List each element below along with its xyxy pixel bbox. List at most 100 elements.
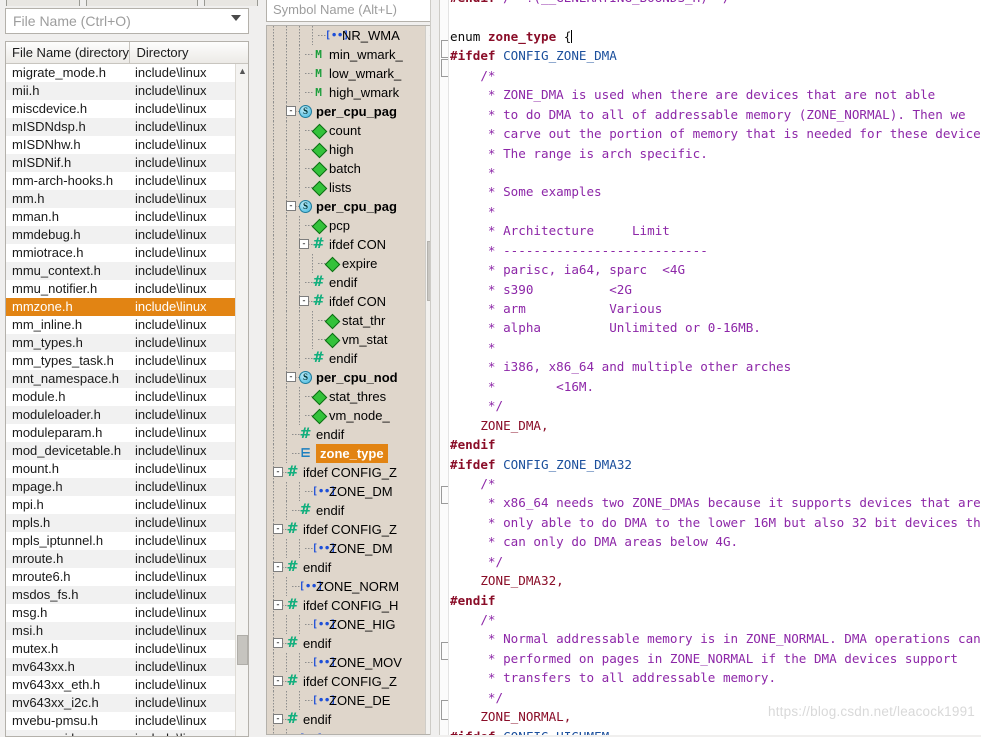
symbol-tree-node[interactable]: - Sper_cpu_pag bbox=[267, 197, 439, 216]
symbol-tree-node[interactable]: high bbox=[267, 140, 439, 159]
symbol-tree-node[interactable]: - # ifdef CON bbox=[267, 235, 439, 254]
table-row[interactable]: mpage.h include\linux bbox=[6, 478, 248, 496]
symbol-tree-node[interactable]: stat_thres bbox=[267, 387, 439, 406]
symbol-tree-node[interactable]: batch bbox=[267, 159, 439, 178]
table-row[interactable]: mmu_context.h include\linux bbox=[6, 262, 248, 280]
table-row[interactable]: mmu_notifier.h include\linux bbox=[6, 280, 248, 298]
symbol-tree-node[interactable]: expire bbox=[267, 254, 439, 273]
table-row[interactable]: mpls.h include\linux bbox=[6, 514, 248, 532]
symbol-tree-node[interactable]: - # ifdef CON bbox=[267, 292, 439, 311]
table-row[interactable]: mvebu-pmsu.h include\linux bbox=[6, 712, 248, 730]
fold-marker[interactable] bbox=[441, 59, 448, 77]
symbol-tree-node[interactable]: - # ifdef CONFIG_H bbox=[267, 596, 439, 615]
table-row[interactable]: mod_devicetable.h include\linux bbox=[6, 442, 248, 460]
table-row[interactable]: mm-arch-hooks.h include\linux bbox=[6, 172, 248, 190]
symbol-tree-node[interactable]: [∙∙] NR_WMA bbox=[267, 26, 439, 45]
table-row[interactable]: mmdebug.h include\linux bbox=[6, 226, 248, 244]
table-row[interactable]: mm.h include\linux bbox=[6, 190, 248, 208]
fold-marker[interactable] bbox=[441, 642, 448, 660]
table-row[interactable]: mm_types.h include\linux bbox=[6, 334, 248, 352]
symbol-tree-node[interactable]: - Sper_cpu_nod bbox=[267, 368, 439, 387]
symbol-tree-node[interactable]: count bbox=[267, 121, 439, 140]
table-row[interactable]: mount.h include\linux bbox=[6, 460, 248, 478]
symbol-tree-node[interactable]: # endif bbox=[267, 273, 439, 292]
table-row[interactable]: mroute6.h include\linux bbox=[6, 568, 248, 586]
symbol-tree[interactable]: [∙∙] NR_WMA Mmin_wmark_ Mlow_wmark_ Mhigh_wm… bbox=[266, 25, 440, 735]
table-row[interactable]: mISDNdsp.h include\linux bbox=[6, 118, 248, 136]
symbol-tree-node[interactable]: [∙∙] ZONE_DM bbox=[267, 482, 439, 501]
tree-collapse-toggle[interactable]: - bbox=[273, 676, 283, 686]
column-header-directory[interactable]: Directory bbox=[130, 42, 248, 63]
fold-marker[interactable] bbox=[441, 700, 448, 720]
symbol-tree-node[interactable]: - # endif bbox=[267, 634, 439, 653]
tree-collapse-toggle[interactable]: - bbox=[299, 296, 309, 306]
tree-collapse-toggle[interactable]: - bbox=[273, 600, 283, 610]
source-editor[interactable]: #endif /* !(__GENERATING_BOUNDS_H) */ en… bbox=[440, 0, 981, 735]
file-list-scrollbar[interactable]: ▲ bbox=[235, 64, 248, 736]
symbol-tree-node[interactable]: [∙∙] ZONE_DE bbox=[267, 691, 439, 710]
table-row[interactable]: msg.h include\linux bbox=[6, 604, 248, 622]
table-row[interactable]: mroute.h include\linux bbox=[6, 550, 248, 568]
tree-collapse-toggle[interactable]: - bbox=[273, 524, 283, 534]
table-row[interactable]: mpi.h include\linux bbox=[6, 496, 248, 514]
tree-collapse-toggle[interactable]: - bbox=[273, 562, 283, 572]
tree-collapse-toggle[interactable]: - bbox=[286, 372, 296, 382]
table-row[interactable]: msdos_fs.h include\linux bbox=[6, 586, 248, 604]
tree-collapse-toggle[interactable]: - bbox=[273, 467, 283, 477]
symbol-tree-node[interactable]: # endif bbox=[267, 425, 439, 444]
symbol-tree-node[interactable]: [∙∙] ZONE_HIG bbox=[267, 615, 439, 634]
symbol-tree-node[interactable]: # endif bbox=[267, 501, 439, 520]
table-row[interactable]: module.h include\linux bbox=[6, 388, 248, 406]
file-name-filter[interactable]: File Name (Ctrl+O) bbox=[5, 8, 249, 34]
table-row[interactable]: mpls_iptunnel.h include\linux bbox=[6, 532, 248, 550]
table-row[interactable]: mnt_namespace.h include\linux bbox=[6, 370, 248, 388]
fold-marker[interactable] bbox=[441, 40, 448, 58]
symbol-tree-node[interactable]: [∙∙] ZONE_MOV bbox=[267, 653, 439, 672]
table-row[interactable]: moduleparam.h include\linux bbox=[6, 424, 248, 442]
symbol-name-filter[interactable]: Symbol Name (Alt+L) bbox=[266, 0, 438, 22]
tree-collapse-toggle[interactable]: - bbox=[299, 239, 309, 249]
table-row[interactable]: msi.h include\linux bbox=[6, 622, 248, 640]
symbol-tree-node[interactable]: ⋿ zone_type bbox=[267, 444, 439, 463]
symbol-tree-node[interactable]: [∙∙] ZONE_DM bbox=[267, 539, 439, 558]
panel-splitter[interactable] bbox=[430, 0, 440, 735]
column-header-file-name[interactable]: File Name (directory) bbox=[6, 42, 131, 63]
symbol-tree-node[interactable]: [∙∙] ZONE_NORM bbox=[267, 577, 439, 596]
table-row[interactable]: mv643xx_eth.h include\linux bbox=[6, 676, 248, 694]
table-row[interactable]: mISDNhw.h include\linux bbox=[6, 136, 248, 154]
symbol-tree-node[interactable]: - # ifdef CONFIG_Z bbox=[267, 520, 439, 539]
symbol-tree-node[interactable]: vm_node_ bbox=[267, 406, 439, 425]
table-row[interactable]: mv643xx_i2c.h include\linux bbox=[6, 694, 248, 712]
table-row[interactable]: mutex.h include\linux bbox=[6, 640, 248, 658]
table-row[interactable]: moduleloader.h include\linux bbox=[6, 406, 248, 424]
symbol-tree-node[interactable]: Mmin_wmark_ bbox=[267, 45, 439, 64]
tree-collapse-toggle[interactable]: - bbox=[273, 714, 283, 724]
fold-gutter[interactable] bbox=[440, 0, 449, 735]
table-row[interactable]: mm_inline.h include\linux bbox=[6, 316, 248, 334]
table-row[interactable]: mISDNif.h include\linux bbox=[6, 154, 248, 172]
table-row[interactable]: mmzone.h include\linux bbox=[6, 298, 248, 316]
table-row[interactable]: mmiotrace.h include\linux bbox=[6, 244, 248, 262]
symbol-tree-node[interactable]: vm_stat bbox=[267, 330, 439, 349]
table-row[interactable]: miscdevice.h include\linux bbox=[6, 100, 248, 118]
symbol-tree-node[interactable]: lists bbox=[267, 178, 439, 197]
table-row[interactable]: mv643xx.h include\linux bbox=[6, 658, 248, 676]
symbol-tree-node[interactable]: # endif bbox=[267, 349, 439, 368]
symbol-tree-node[interactable]: - # endif bbox=[267, 558, 439, 577]
tree-collapse-toggle[interactable]: - bbox=[286, 201, 296, 211]
table-row[interactable]: migrate_mode.h include\linux bbox=[6, 64, 248, 82]
file-list-grid[interactable]: File Name (directory) Directory migrate_… bbox=[5, 41, 249, 737]
chevron-down-icon[interactable] bbox=[231, 15, 241, 21]
scrollbar-thumb[interactable] bbox=[237, 635, 248, 665]
symbol-tree-node[interactable]: - # ifdef CONFIG_Z bbox=[267, 672, 439, 691]
symbol-tree-node[interactable]: - Sper_cpu_pag bbox=[267, 102, 439, 121]
table-row[interactable]: mxm-wmi.hinclude\linux bbox=[6, 730, 248, 736]
symbol-tree-node[interactable]: Mhigh_wmark bbox=[267, 83, 439, 102]
symbol-tree-node[interactable]: pcp bbox=[267, 216, 439, 235]
symbol-tree-node[interactable]: - # endif bbox=[267, 710, 439, 729]
symbol-tree-node[interactable]: - # ifdef CONFIG_Z bbox=[267, 463, 439, 482]
symbol-tree-node[interactable]: stat_thr bbox=[267, 311, 439, 330]
tree-collapse-toggle[interactable]: - bbox=[286, 106, 296, 116]
scroll-up-icon[interactable]: ▲ bbox=[236, 64, 248, 78]
code-text[interactable]: #endif /* !(__GENERATING_BOUNDS_H) */ en… bbox=[450, 0, 981, 735]
